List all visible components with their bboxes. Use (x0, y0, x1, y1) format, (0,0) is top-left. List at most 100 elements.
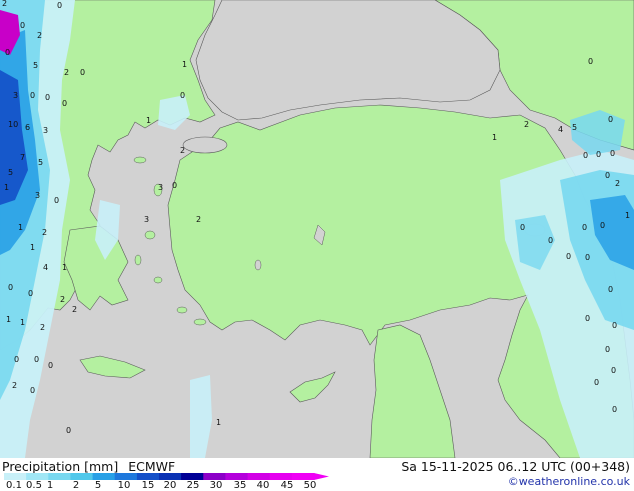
scale-swatch (203, 473, 226, 480)
map-value: 0 (520, 223, 525, 232)
map-value: 0 (66, 426, 71, 435)
map-value: 1 (216, 418, 221, 427)
scale-swatch (136, 473, 160, 480)
map-value: 2 (196, 215, 201, 224)
map-value: 0 (5, 48, 10, 57)
map-value: 2 (72, 305, 77, 314)
map-value: 3 (35, 191, 40, 200)
scale-swatch (92, 473, 116, 480)
scale-swatch (48, 473, 71, 480)
map-value: 1 (20, 318, 25, 327)
map-value: 4 (558, 125, 563, 134)
map-value: 0 (600, 221, 605, 230)
precipitation-map: 2 0 2 0 0 5 2 0 3 0 0 0 10 6 3 7 5 5 1 3 0 1 2 1 4 1 0 0 2 2 1 1 2 0 0 0 0 2 0… (0, 0, 634, 458)
map-value: 0 (596, 150, 601, 159)
scale-tick-label: 0.5 (26, 480, 42, 491)
map-value: 0 (48, 361, 53, 370)
map-value: 2 (60, 295, 65, 304)
valid-date: Sa 15-11-2025 06..12 UTC (00+348) (401, 459, 630, 474)
map-value: 5 (33, 61, 38, 70)
map-value: 0 (605, 171, 610, 180)
legend-title-row: Precipitation [mm] ECMWF (2, 459, 175, 474)
credit-text: ©weatheronline.co.uk (507, 475, 630, 488)
map-value: 0 (54, 196, 59, 205)
scale-arrow (314, 473, 329, 480)
map-value: 2 (2, 0, 7, 8)
scale-swatch (181, 473, 204, 480)
map-value: 5 (572, 123, 577, 132)
scale-tick-label: 15 (141, 480, 155, 491)
map-value: 0 (80, 68, 85, 77)
map-value: 0 (180, 91, 185, 100)
map-value: 0 (548, 236, 553, 245)
map-value: 7 (20, 153, 25, 162)
map-value: 5 (8, 168, 13, 177)
scale-swatch (26, 473, 49, 480)
map-value: 1 (182, 60, 187, 69)
map-value: 0 (57, 1, 62, 10)
scale-tick-label: 40 (256, 480, 270, 491)
map-value: 0 (172, 181, 177, 190)
map-value: 4 (43, 263, 48, 272)
map-value: 0 (585, 253, 590, 262)
map-value: 0 (610, 149, 615, 158)
scale-tick-label: 35 (233, 480, 247, 491)
map-value: 0 (20, 21, 25, 30)
map-value: 2 (615, 179, 620, 188)
map-value: 2 (524, 120, 529, 129)
scale-tick-label: 10 (117, 480, 131, 491)
map-value: 6 (25, 123, 30, 132)
marmara-sea (182, 136, 228, 154)
map-value: 10 (8, 120, 18, 129)
map-value: 0 (566, 252, 571, 261)
map-value: 0 (62, 99, 67, 108)
scale-tick-label: 50 (303, 480, 317, 491)
map-value: 1 (4, 183, 9, 192)
map-value: 0 (612, 405, 617, 414)
legend-footer: Precipitation [mm] ECMWF Sa 15-11-2025 06… (0, 458, 634, 491)
scale-tick-label: 45 (280, 480, 294, 491)
map-value: 0 (585, 314, 590, 323)
scale-swatch (247, 473, 271, 480)
scale-tick-label: 2 (72, 480, 80, 491)
map-value: 2 (37, 31, 42, 40)
map-value: 0 (612, 321, 617, 330)
map-value: 2 (40, 323, 45, 332)
map-value: 0 (28, 289, 33, 298)
scale-swatch (114, 473, 138, 480)
model-name: ECMWF (128, 459, 176, 474)
scale-swatch (159, 473, 182, 480)
map-value: 0 (588, 57, 593, 66)
map-value: 2 (42, 228, 47, 237)
scale-tick-label: 5 (94, 480, 102, 491)
map-value: 0 (45, 93, 50, 102)
map-value: 0 (608, 115, 613, 124)
map-value: 3 (43, 126, 48, 135)
scale-tick-label: 30 (209, 480, 223, 491)
map-value: 1 (492, 133, 497, 142)
map-value: 0 (582, 223, 587, 232)
scale-tick-label: 20 (163, 480, 177, 491)
map-value: 1 (625, 211, 630, 220)
map-value: 0 (30, 386, 35, 395)
legend-title: Precipitation [mm] (2, 459, 119, 474)
scale-tick-label: 0.1 (6, 480, 22, 491)
scale-swatch (225, 473, 248, 480)
scale-swatch (4, 473, 27, 480)
map-value: 0 (14, 355, 19, 364)
map-value: 0 (34, 355, 39, 364)
map-value: 2 (12, 381, 17, 390)
scale-tick-label: 25 (186, 480, 200, 491)
scale-swatch (70, 473, 93, 480)
map-value: 0 (594, 378, 599, 387)
map-value: 0 (30, 91, 35, 100)
map-value: 0 (608, 285, 613, 294)
map-value: 0 (605, 345, 610, 354)
map-value: 2 (180, 146, 185, 155)
map-value: 2 (64, 68, 69, 77)
map-value: 3 (144, 215, 149, 224)
map-value: 1 (146, 116, 151, 125)
map-value: 1 (30, 243, 35, 252)
scale-swatch (269, 473, 293, 480)
map-value: 1 (6, 315, 11, 324)
